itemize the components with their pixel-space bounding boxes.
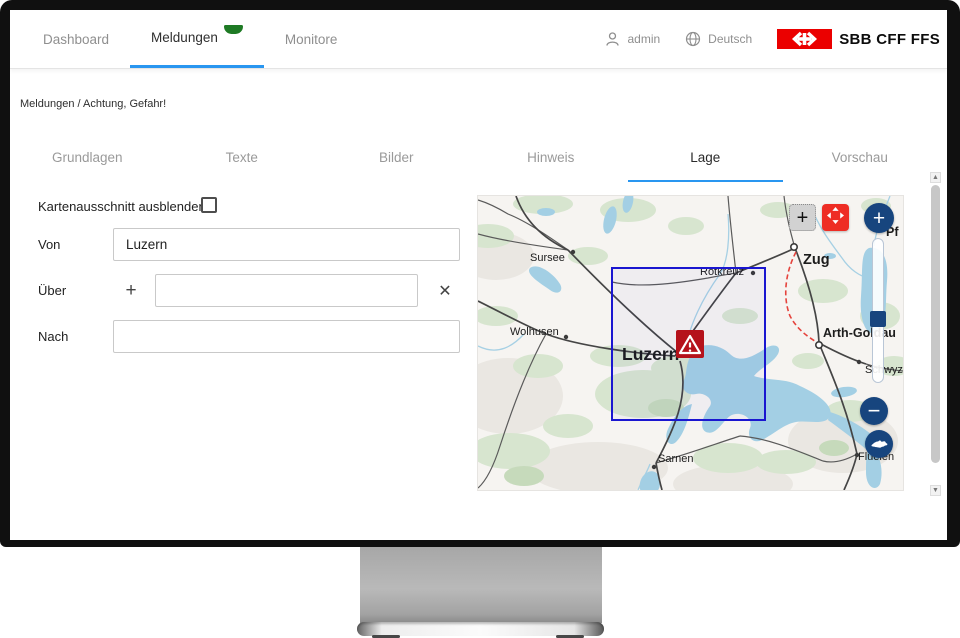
notification-badge <box>224 25 243 34</box>
add-via-button[interactable]: + <box>120 281 142 301</box>
switzerland-icon <box>870 434 889 455</box>
tab-texte[interactable]: Texte <box>165 141 320 182</box>
nav-item-monitore[interactable]: Monitore <box>264 10 359 68</box>
tab-bilder[interactable]: Bilder <box>319 141 474 182</box>
page: Dashboard Meldungen Monitore admin <box>0 0 960 638</box>
nav-utilities: admin Deutsch <box>605 10 940 68</box>
clear-via-button[interactable]: ✕ <box>434 282 456 302</box>
map-canvas[interactable]: Sursee Wolhusen Rotkreuz Zug Luzern Arth… <box>478 196 903 490</box>
plus-glyph: + <box>797 208 809 228</box>
top-navbar: Dashboard Meldungen Monitore admin <box>10 10 947 68</box>
tab-hinweis[interactable]: Hinweis <box>474 141 629 182</box>
zoom-in-button[interactable]: + <box>864 203 894 233</box>
user-menu[interactable]: admin <box>605 31 660 47</box>
scroll-up-button[interactable]: ▲ <box>930 172 941 183</box>
ueber-label: Über <box>38 283 66 298</box>
von-input[interactable] <box>113 228 460 261</box>
plus-glyph: + <box>873 208 885 229</box>
monitor-base <box>357 622 604 636</box>
map-label-arth-goldau: Arth-Goldau <box>823 326 896 340</box>
zoom-slider-handle[interactable] <box>870 311 886 327</box>
ueber-input[interactable] <box>155 274 418 307</box>
overview-plus-button[interactable]: + <box>789 204 816 231</box>
main-nav: Dashboard Meldungen Monitore <box>22 10 358 68</box>
app-screen: Dashboard Meldungen Monitore admin <box>10 10 947 540</box>
map-label-sarnen: Sarnen <box>658 453 693 465</box>
nav-item-label: Monitore <box>285 32 338 47</box>
hide-map-checkbox[interactable] <box>201 197 217 213</box>
move-arrows-icon <box>824 204 847 232</box>
map-label-zug: Zug <box>803 252 830 268</box>
monitor-stand <box>360 547 602 623</box>
switzerland-extent-button[interactable] <box>865 430 893 458</box>
nav-item-dashboard[interactable]: Dashboard <box>22 10 130 68</box>
zoom-slider[interactable] <box>872 238 884 383</box>
basemap: Sursee Wolhusen Rotkreuz Zug Luzern Arth… <box>478 196 903 490</box>
brand: SBB CFF FFS <box>777 29 940 49</box>
pan-mode-button[interactable] <box>822 204 849 231</box>
tab-bar: Grundlagen Texte Bilder Hinweis Lage Vor… <box>10 141 937 182</box>
language-menu[interactable]: Deutsch <box>685 31 752 47</box>
breadcrumb: Meldungen / Achtung, Gefahr! <box>20 98 166 110</box>
tab-vorschau[interactable]: Vorschau <box>783 141 938 182</box>
hide-map-label: Kartenausschnitt ausblenden <box>38 199 206 214</box>
sbb-logo-icon <box>777 29 832 49</box>
user-name: admin <box>627 32 660 46</box>
nach-label: Nach <box>38 329 68 344</box>
language-label: Deutsch <box>708 32 752 46</box>
tab-lage[interactable]: Lage <box>628 141 783 182</box>
tab-grundlagen[interactable]: Grundlagen <box>10 141 165 182</box>
nav-item-label: Meldungen <box>151 30 218 45</box>
nav-item-meldungen[interactable]: Meldungen <box>130 10 264 68</box>
warning-marker-icon[interactable] <box>676 330 704 358</box>
brand-text: SBB CFF FFS <box>839 31 940 48</box>
zoom-out-button[interactable]: − <box>860 397 888 425</box>
minus-glyph: − <box>868 400 881 422</box>
scroll-down-button[interactable]: ▼ <box>930 485 941 496</box>
von-label: Von <box>38 237 60 252</box>
globe-icon <box>685 31 701 47</box>
scrollbar-thumb[interactable] <box>931 185 940 463</box>
nach-input[interactable] <box>113 320 460 353</box>
map-label-sursee: Sursee <box>530 252 565 264</box>
user-icon <box>605 31 620 47</box>
vertical-scrollbar[interactable]: ▲ ▼ <box>930 172 941 504</box>
map-label-wolhusen: Wolhusen <box>510 326 559 338</box>
nav-item-label: Dashboard <box>43 32 109 47</box>
